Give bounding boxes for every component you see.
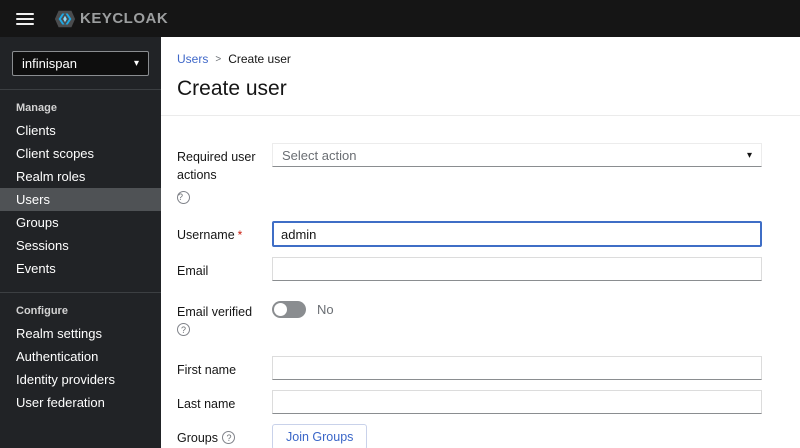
- keycloak-logo-icon: [54, 8, 76, 30]
- chevron-down-icon: ▾: [133, 58, 139, 69]
- sidebar-item-realm-settings[interactable]: Realm settings: [0, 322, 161, 345]
- username-field[interactable]: [272, 221, 762, 247]
- toggle-knob: [274, 303, 287, 316]
- app-header: KEYCLOAK: [0, 0, 800, 37]
- sidebar-item-realm-roles[interactable]: Realm roles: [0, 165, 161, 188]
- keycloak-brand[interactable]: KEYCLOAK: [54, 8, 168, 30]
- realm-selector[interactable]: infinispan ▾: [12, 51, 149, 76]
- join-groups-button[interactable]: Join Groups: [272, 424, 368, 448]
- form-row-first-name: First name: [177, 356, 762, 380]
- main-content: Users > Create user Create user Required…: [161, 37, 800, 448]
- form-row-groups: Groups ? Join Groups: [177, 424, 762, 448]
- required-actions-label: Required user actions: [177, 150, 256, 182]
- brand-title: KEYCLOAK: [80, 10, 169, 27]
- form-row-last-name: Last name: [177, 390, 762, 414]
- email-label: Email: [177, 264, 209, 278]
- required-actions-select[interactable]: Select action ▾: [272, 143, 762, 167]
- nav-group-title-configure: Configure: [16, 305, 68, 317]
- create-user-form: Required user actions ? Select action ▾ …: [161, 116, 800, 448]
- sidebar-item-sessions[interactable]: Sessions: [0, 234, 161, 257]
- username-label: Username: [177, 228, 235, 242]
- sidebar-item-users[interactable]: Users: [0, 188, 161, 211]
- nav-group-title-manage: Manage: [16, 102, 57, 114]
- required-actions-placeholder: Select action: [282, 147, 357, 163]
- groups-label: Groups: [177, 431, 218, 445]
- sidebar-item-user-federation[interactable]: User federation: [0, 391, 161, 414]
- first-name-field[interactable]: [272, 356, 762, 380]
- page-title: Create user: [177, 77, 287, 100]
- form-row-username: Username *: [177, 221, 762, 247]
- help-icon[interactable]: ?: [177, 323, 190, 337]
- first-name-label: First name: [177, 363, 237, 377]
- last-name-field[interactable]: [272, 390, 762, 414]
- form-row-email: Email: [177, 257, 762, 281]
- sidebar-item-client-scopes[interactable]: Client scopes: [0, 142, 161, 165]
- sidebar-item-groups[interactable]: Groups: [0, 211, 161, 234]
- form-row-email-verified: Email verified ? No: [177, 298, 762, 339]
- sidebar-item-identity-providers[interactable]: Identity providers: [0, 368, 161, 391]
- help-icon[interactable]: ?: [177, 191, 190, 204]
- email-field[interactable]: [272, 257, 762, 281]
- breadcrumb-users-link[interactable]: Users: [177, 52, 208, 66]
- required-asterisk: *: [237, 228, 243, 242]
- breadcrumb-current: Create user: [228, 52, 291, 66]
- email-verified-label: Email verified: [177, 305, 253, 319]
- sidebar-item-events[interactable]: Events: [0, 257, 161, 280]
- sidebar-item-clients[interactable]: Clients: [0, 119, 161, 142]
- email-verified-state: No: [317, 302, 334, 317]
- email-verified-toggle[interactable]: [272, 301, 306, 318]
- sidebar-item-authentication[interactable]: Authentication: [0, 345, 161, 368]
- sidebar: infinispan ▾ Manage Clients Client scope…: [0, 37, 161, 448]
- breadcrumb: Users > Create user: [177, 52, 784, 66]
- form-row-required-actions: Required user actions ? Select action ▾: [177, 143, 762, 204]
- chevron-down-icon: ▾: [746, 149, 752, 161]
- last-name-label: Last name: [177, 397, 236, 411]
- help-icon[interactable]: ?: [222, 431, 236, 445]
- menu-hamburger-icon[interactable]: [16, 12, 34, 25]
- breadcrumb-separator-icon: >: [215, 53, 222, 65]
- realm-selector-value: infinispan: [22, 56, 77, 71]
